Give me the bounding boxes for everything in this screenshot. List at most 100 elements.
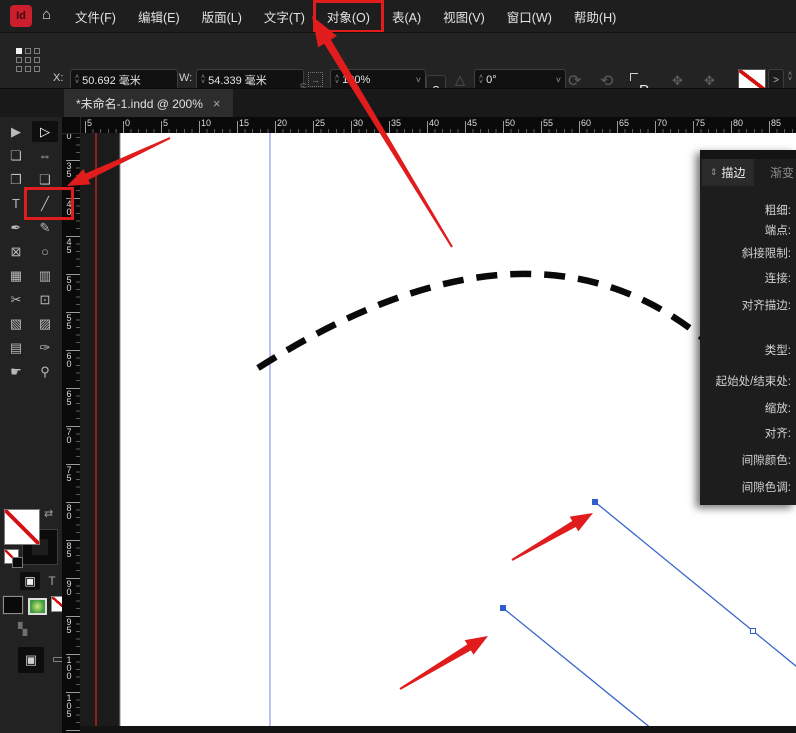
menu-item[interactable]: 窗口(W): [496, 3, 563, 30]
ruler-label: 100: [64, 655, 74, 679]
horizontal-scrollbar[interactable]: [62, 726, 796, 733]
stroke-panel: ⇕ 描边 渐变 粗细: 端点: 斜接限制: 连接: 对齐描边: 类型: 起始处/结束处: 缩放…: [700, 150, 796, 505]
ruler-label: 45: [64, 237, 74, 253]
menu-bar: Id ⌂ 文件(F) 编辑(E) 版面(L) 文字(T) 对象(O) 表(A) 视图(V) 窗…: [0, 0, 796, 33]
ruler-label: 65: [619, 118, 630, 128]
normal-view-mode-button[interactable]: ▣: [18, 647, 44, 673]
ruler-label: 55: [543, 118, 554, 128]
view-options-icon[interactable]: ▚: [18, 622, 27, 636]
ellipse-tool[interactable]: ○: [32, 241, 58, 262]
menu-item[interactable]: 文字(T): [253, 3, 316, 30]
formatting-affects-container-button[interactable]: ▣: [20, 572, 40, 590]
default-fill-stroke-icon[interactable]: [4, 549, 23, 568]
ruler-label: 30: [353, 118, 364, 128]
ruler-label: 5: [163, 118, 169, 128]
swap-fill-stroke-icon[interactable]: ⇄: [44, 507, 53, 520]
stroke-panel-label: 端点:: [764, 225, 791, 237]
pen-tool[interactable]: ✒: [3, 217, 29, 238]
selection-tool[interactable]: ▶: [3, 121, 29, 142]
free-transform-tool[interactable]: ⊡: [32, 289, 58, 310]
note-tool[interactable]: ▤: [3, 337, 29, 358]
ruler-label: 15: [239, 118, 250, 128]
ruler-label: 0: [125, 118, 131, 128]
stepper-icon[interactable]: ˄˅: [335, 74, 339, 86]
ruler-ticks: [85, 121, 796, 133]
anchor-point[interactable]: [592, 499, 598, 505]
ruler-label: 85: [771, 118, 782, 128]
ruler-label: 70: [657, 118, 668, 128]
pencil-tool[interactable]: ✎: [32, 217, 58, 238]
stroke-panel-label: 起始处/结束处:: [715, 376, 791, 388]
stroke-panel-label: 连接:: [764, 273, 791, 285]
direct-selection-tool[interactable]: ▷: [32, 121, 58, 142]
menu-item[interactable]: 表(A): [381, 3, 432, 30]
hand-tool[interactable]: ☛: [3, 361, 29, 382]
tab-stroke[interactable]: ⇕ 描边: [702, 159, 754, 186]
gap-tool[interactable]: ⇔: [32, 145, 58, 166]
panel-collapse-icon[interactable]: ⇕: [710, 167, 718, 178]
anchor-point[interactable]: [500, 605, 506, 611]
panel-header[interactable]: [700, 150, 796, 159]
menu-item[interactable]: 编辑(E): [127, 3, 191, 30]
page-tool[interactable]: ❏: [3, 145, 29, 166]
ruler-label: 35: [64, 161, 74, 177]
stroke-weight-stepper[interactable]: ˄ ˅: [788, 71, 792, 83]
distribute-icon: ✥: [704, 73, 715, 88]
apply-gradient-button[interactable]: [28, 598, 47, 615]
ruler-label: 75: [64, 465, 74, 481]
fill-swatch-none[interactable]: [4, 509, 40, 545]
document-canvas[interactable]: [80, 133, 796, 733]
scissors-tool[interactable]: ✂: [3, 289, 29, 310]
horizontal-ruler[interactable]: 5 0 5 10 15 20 25 30 35 40 45 50 55 60 65 70 75 80 85: [80, 117, 796, 133]
scale-x-icon: →: [308, 72, 323, 87]
ruler-corner[interactable]: [62, 117, 81, 134]
menu-item[interactable]: 文件(F): [64, 3, 127, 30]
menu-item[interactable]: 视图(V): [432, 3, 496, 30]
stroke-panel-label: 粗细:: [764, 205, 791, 217]
gradient-swatch-tool[interactable]: ▧: [3, 313, 29, 334]
dropdown-chevron-icon[interactable]: ˅: [416, 75, 421, 85]
rectangle-frame-tool[interactable]: ⊠: [3, 241, 29, 262]
ruler-label: 10: [201, 118, 212, 128]
stroke-panel-label: 缩放:: [764, 403, 791, 415]
horizontal-grid-tool[interactable]: ▦: [3, 265, 29, 286]
tools-grid: ▶ ▷ ❏ ⇔ ❒ ❑ T ╱ ✒ ✎ ⊠ ○ ▦ ▥ ✂ ⊡ ▧ ▨ ▤ ✑ ☛ ⚲: [2, 120, 60, 384]
home-icon[interactable]: ⌂: [42, 6, 51, 23]
close-tab-icon[interactable]: ×: [213, 96, 221, 111]
document-tab[interactable]: *未命名-1.indd @ 200% ×: [64, 89, 233, 118]
reference-point-proxy[interactable]: [16, 48, 42, 74]
ruler-label: 50: [505, 118, 516, 128]
ruler-label: 50: [64, 275, 74, 291]
ruler-label: 95: [64, 617, 74, 633]
zoom-tool[interactable]: ⚲: [32, 361, 58, 382]
apply-color-button[interactable]: [2, 595, 24, 615]
eyedropper-tool[interactable]: ✑: [32, 337, 58, 358]
ruler-label: 80: [733, 118, 744, 128]
ruler-label: 20: [277, 118, 288, 128]
ruler-label: 85: [64, 541, 74, 557]
distribute-icon: ✥: [672, 73, 683, 88]
ruler-label: 45: [467, 118, 478, 128]
ruler-label: 40: [429, 118, 440, 128]
ruler-label: 60: [581, 118, 592, 128]
stepper-icon[interactable]: ˄˅: [479, 74, 483, 86]
rotation-angle-icon: △: [455, 72, 465, 87]
vertical-ruler[interactable]: 3035404550556065707580859095100105: [62, 133, 80, 733]
indesign-logo-icon[interactable]: Id: [10, 5, 32, 27]
ruler-label: 25: [315, 118, 326, 128]
document-tab-title: *未命名-1.indd @ 200%: [76, 97, 203, 111]
tab-gradient[interactable]: 渐变: [762, 159, 796, 186]
formatting-affects-text-button[interactable]: T: [42, 572, 62, 590]
midpoint-handle[interactable]: [750, 628, 756, 634]
menu-item[interactable]: 帮助(H): [563, 3, 627, 30]
ruler-label: 105: [64, 693, 74, 717]
menu-item[interactable]: 版面(L): [191, 3, 253, 30]
gradient-feather-tool[interactable]: ▨: [32, 313, 58, 334]
document-tab-bar: *未命名-1.indd @ 200% ×: [0, 88, 796, 118]
dropdown-chevron-icon[interactable]: ˅: [556, 75, 561, 85]
stepper-icon[interactable]: ˄˅: [75, 74, 79, 86]
menu-item[interactable]: 对象(O): [312, 0, 384, 33]
ruler-label: 90: [64, 579, 74, 595]
stepper-icon[interactable]: ˄˅: [201, 74, 205, 86]
vertical-grid-tool[interactable]: ▥: [32, 265, 58, 286]
